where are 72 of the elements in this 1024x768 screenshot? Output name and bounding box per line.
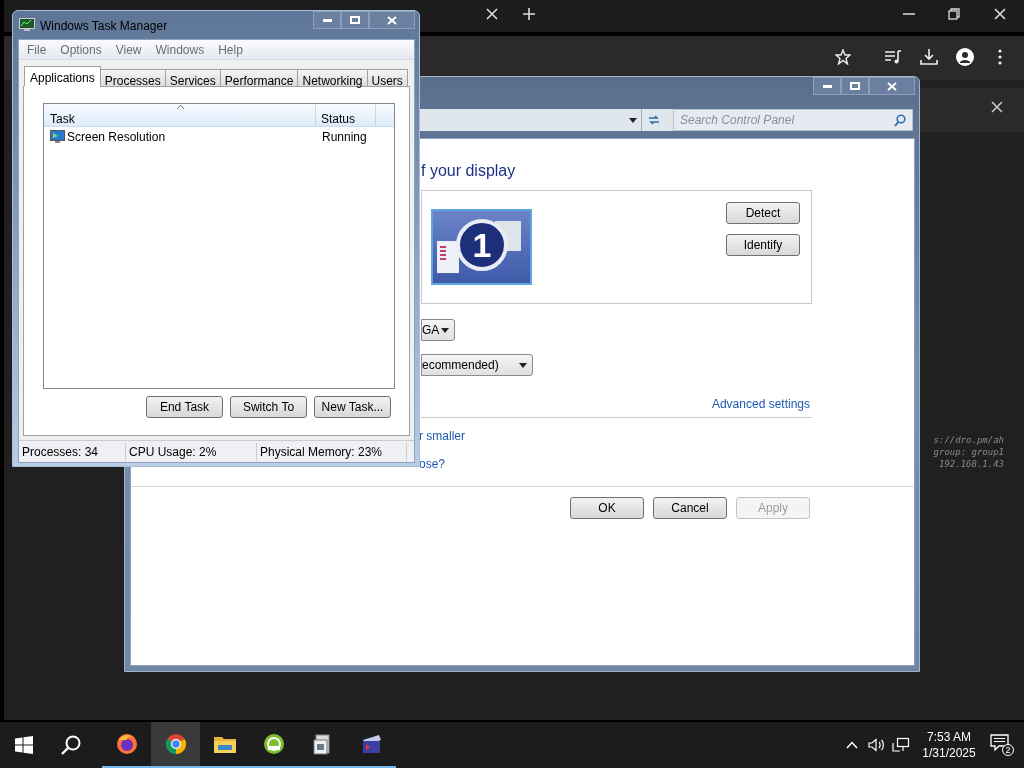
tab[interactable]: Performance xyxy=(219,69,299,87)
terminal-line: group: group1 xyxy=(933,446,1004,458)
dropdown[interactable]: GA xyxy=(421,319,455,341)
close-button[interactable] xyxy=(869,77,915,95)
caret-icon xyxy=(519,362,527,368)
action-button[interactable]: Identify xyxy=(726,234,800,256)
caret-icon xyxy=(441,327,449,333)
column-header[interactable]: Task xyxy=(44,104,316,126)
status-text: Processes: 34 xyxy=(19,442,126,461)
fox-icon xyxy=(114,732,139,756)
download-icon[interactable] xyxy=(920,48,938,66)
restore-icon[interactable] xyxy=(948,8,960,20)
status-text: CPU Usage: 2% xyxy=(126,442,257,461)
notification-count: 2 xyxy=(1002,744,1014,756)
close-icon[interactable] xyxy=(994,8,1006,20)
action-button[interactable]: New Task... xyxy=(314,396,391,418)
window-title: Windows Task Manager xyxy=(40,18,168,35)
tab[interactable]: Applications xyxy=(24,66,101,87)
menu-item[interactable]: Options xyxy=(55,40,107,59)
close-icon[interactable] xyxy=(991,101,1003,113)
browser-icon xyxy=(163,732,188,756)
search-icon[interactable] xyxy=(61,735,81,755)
star-icon[interactable] xyxy=(835,49,851,65)
menu-item[interactable]: View xyxy=(110,40,147,59)
menu-item[interactable]: Help xyxy=(213,40,248,59)
tab[interactable]: Networking xyxy=(297,69,368,87)
close-icon[interactable] xyxy=(486,8,498,20)
link[interactable]: r smaller xyxy=(419,427,465,445)
speaker-icon[interactable] xyxy=(868,738,886,752)
plus-icon[interactable] xyxy=(523,8,535,20)
minimize-button[interactable] xyxy=(813,77,841,95)
app-icon xyxy=(261,732,286,756)
link[interactable]: ose? xyxy=(419,455,465,473)
tab[interactable]: Processes xyxy=(99,69,166,87)
action-button[interactable]: Switch To xyxy=(230,396,307,418)
menu-item[interactable]: Windows xyxy=(150,40,210,59)
dialog-button[interactable]: Cancel xyxy=(653,497,727,519)
refresh-icon xyxy=(646,114,661,126)
media-icon[interactable] xyxy=(884,49,902,65)
advanced-settings-link[interactable]: Advanced settings xyxy=(711,395,810,413)
maximize-button[interactable] xyxy=(341,11,369,29)
column-header[interactable]: Status xyxy=(316,104,376,126)
dialog-button[interactable]: OK xyxy=(570,497,644,519)
table-cell-text: Screen Resolution xyxy=(67,129,166,146)
table-cell-text: Running xyxy=(321,129,367,146)
monitor-icon xyxy=(50,130,65,144)
clock-date[interactable]: 1/31/2025 xyxy=(922,745,976,761)
network-icon[interactable] xyxy=(892,737,910,753)
profile-icon[interactable] xyxy=(956,48,974,66)
dropdown[interactable]: ecommended) xyxy=(421,354,533,376)
terminal-line: 192.168.1.43 xyxy=(938,458,1004,470)
page-heading: f your display xyxy=(421,161,516,181)
app-icon xyxy=(19,18,35,32)
close-icon xyxy=(387,15,397,25)
clock-time[interactable]: 7:53 AM xyxy=(927,729,971,745)
taskbar-button[interactable] xyxy=(151,722,200,768)
menu-item[interactable]: File xyxy=(22,40,52,59)
maximize-button[interactable] xyxy=(841,77,869,95)
action-button[interactable]: Detect xyxy=(726,202,800,224)
terminal-line: s://dro.pm/ah xyxy=(933,434,1004,446)
windows-start-icon[interactable] xyxy=(15,736,33,754)
tab[interactable]: Users xyxy=(366,69,408,87)
menu-icon[interactable] xyxy=(998,49,1002,65)
display-tile[interactable]: 1 xyxy=(431,209,532,285)
close-button[interactable] xyxy=(369,11,415,29)
close-icon xyxy=(887,81,897,91)
chevron-up-icon[interactable] xyxy=(846,741,858,749)
action-button[interactable]: End Task xyxy=(146,396,223,418)
tab[interactable]: Services xyxy=(164,69,221,87)
status-text: Physical Memory: 23% xyxy=(257,442,407,461)
display-number: 1 xyxy=(456,219,508,271)
minimize-button[interactable] xyxy=(313,11,341,29)
